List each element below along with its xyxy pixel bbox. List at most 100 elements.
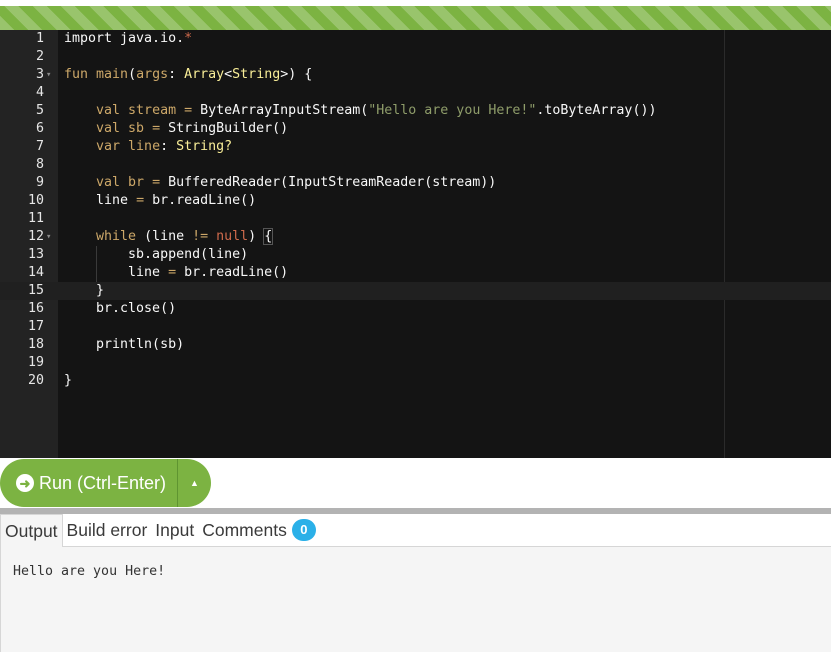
tab-input-label: Input	[155, 519, 195, 540]
tab-build-error[interactable]: Build error	[63, 514, 152, 546]
tab-build-error-label: Build error	[66, 519, 148, 540]
line-number: 13	[27, 247, 44, 262]
line-number: 19	[27, 355, 44, 370]
code-line[interactable]: 15 }	[0, 282, 831, 300]
code-token: =	[168, 265, 185, 280]
code-line[interactable]: 12 ▾ while (line != null) {	[0, 228, 831, 246]
line-number: 16	[27, 301, 44, 316]
code-line[interactable]: 19	[0, 354, 831, 372]
code-text: fun main(args: Array<String>) {	[64, 66, 312, 84]
output-panel: Hello are you Here!	[0, 547, 831, 652]
code-token: line	[128, 139, 161, 154]
line-number: 18	[27, 337, 44, 352]
line-number: 8	[35, 157, 44, 172]
comments-count-badge: 0	[291, 519, 316, 541]
caret-up-icon: ▲	[190, 478, 199, 488]
line-number: 20	[27, 373, 44, 388]
code-token: val	[64, 103, 129, 118]
code-text: while (line != null) {	[64, 228, 274, 246]
code-line[interactable]: 5 val stream = ByteArrayInputStream("Hel…	[0, 102, 831, 120]
code-token: >) {	[280, 67, 313, 82]
code-token: line	[64, 265, 169, 280]
code-token: Array	[184, 67, 225, 82]
code-text: line = br.readLine()	[64, 192, 256, 210]
code-token: :	[168, 67, 185, 82]
output-text: Hello are you Here!	[13, 564, 166, 579]
code-line[interactable]: 6 val sb = StringBuilder()	[0, 120, 831, 138]
code-text: var line: String?	[64, 138, 232, 156]
code-line[interactable]: 20}	[0, 372, 831, 390]
tab-output[interactable]: Output	[0, 514, 63, 547]
code-token: stream	[128, 103, 177, 118]
code-line[interactable]: 14 line = br.readLine()	[0, 264, 831, 282]
tab-comments-label: Comments	[202, 519, 287, 540]
code-token: !=	[192, 229, 217, 244]
code-token: String	[232, 67, 281, 82]
code-line[interactable]: 10 line = br.readLine()	[0, 192, 831, 210]
code-token: =	[176, 103, 201, 118]
run-button[interactable]: ➜ Run (Ctrl-Enter)	[0, 459, 178, 507]
code-text: val stream = ByteArrayInputStream("Hello…	[64, 102, 656, 120]
run-options-dropdown[interactable]: ▲	[178, 459, 211, 507]
code-token: args	[136, 67, 169, 82]
code-token: String?	[176, 139, 233, 154]
code-token: :	[160, 139, 177, 154]
code-token: import java.io.	[64, 31, 185, 46]
code-line[interactable]: 2	[0, 48, 831, 66]
code-token: br	[128, 175, 145, 190]
tab-comments[interactable]: Comments 0	[198, 514, 320, 546]
code-line[interactable]: 7 var line: String?	[0, 138, 831, 156]
code-line[interactable]: 3 ▾ fun main(args: Array<String>) {	[0, 66, 831, 84]
code-line[interactable]: 16 br.close()	[0, 300, 831, 318]
code-token: ByteArrayInputStream	[200, 103, 361, 118]
line-number: 15	[27, 283, 44, 298]
code-token: (line	[144, 229, 193, 244]
code-token: main	[96, 67, 129, 82]
fold-toggle-icon[interactable]: ▾	[46, 66, 54, 84]
code-line[interactable]: 8	[0, 156, 831, 174]
run-button-label: Run (Ctrl-Enter)	[39, 472, 167, 493]
code-text: val br = BufferedReader(InputStreamReade…	[64, 174, 496, 192]
code-token: =	[136, 193, 153, 208]
tab-input[interactable]: Input	[151, 514, 198, 546]
code-editor[interactable]: 1 import java.io.* 2 3 ▾ fun main(args: Array…	[0, 30, 831, 458]
code-token: (	[128, 67, 137, 82]
output-tabs: Output Build error Input Comments 0	[0, 514, 831, 547]
line-number: 1	[35, 31, 44, 46]
code-token: line	[64, 193, 137, 208]
code-token: while	[64, 229, 145, 244]
line-number: 12	[27, 229, 44, 244]
code-line[interactable]: 17	[0, 318, 831, 336]
tab-output-label: Output	[5, 520, 58, 541]
code-text: }	[64, 372, 72, 390]
circle-arrow-right-icon: ➜	[16, 474, 34, 492]
run-bar: ➜ Run (Ctrl-Enter) ▲	[0, 458, 831, 508]
code-token: <	[224, 67, 233, 82]
line-number: 5	[35, 103, 44, 118]
line-number: 10	[27, 193, 44, 208]
code-line[interactable]: 9 val br = BufferedReader(InputStreamRea…	[0, 174, 831, 192]
code-line[interactable]: 13 sb.append(line)	[0, 246, 831, 264]
line-number: 14	[27, 265, 44, 280]
code-token: val	[64, 121, 129, 136]
code-token: =	[144, 175, 169, 190]
code-token: .toByteArray())	[536, 103, 657, 118]
code-line[interactable]: 18 println(sb)	[0, 336, 831, 354]
line-number: 11	[27, 211, 44, 226]
code-line[interactable]: 11	[0, 210, 831, 228]
line-number: 3	[35, 67, 44, 82]
line-number: 7	[35, 139, 44, 154]
code-line[interactable]: 4	[0, 84, 831, 102]
line-number: 17	[27, 319, 44, 334]
code-token: null	[216, 229, 249, 244]
code-token: }	[64, 373, 73, 388]
progress-stripe	[0, 0, 831, 30]
code-token: *	[184, 31, 193, 46]
code-token: fun	[64, 67, 97, 82]
code-token: )	[248, 229, 265, 244]
code-text: line = br.readLine()	[64, 264, 288, 282]
fold-toggle-icon[interactable]: ▾	[46, 228, 54, 246]
code-token: "Hello are you Here!"	[368, 103, 537, 118]
code-token: sb	[128, 121, 145, 136]
code-line[interactable]: 1 import java.io.*	[0, 30, 831, 48]
